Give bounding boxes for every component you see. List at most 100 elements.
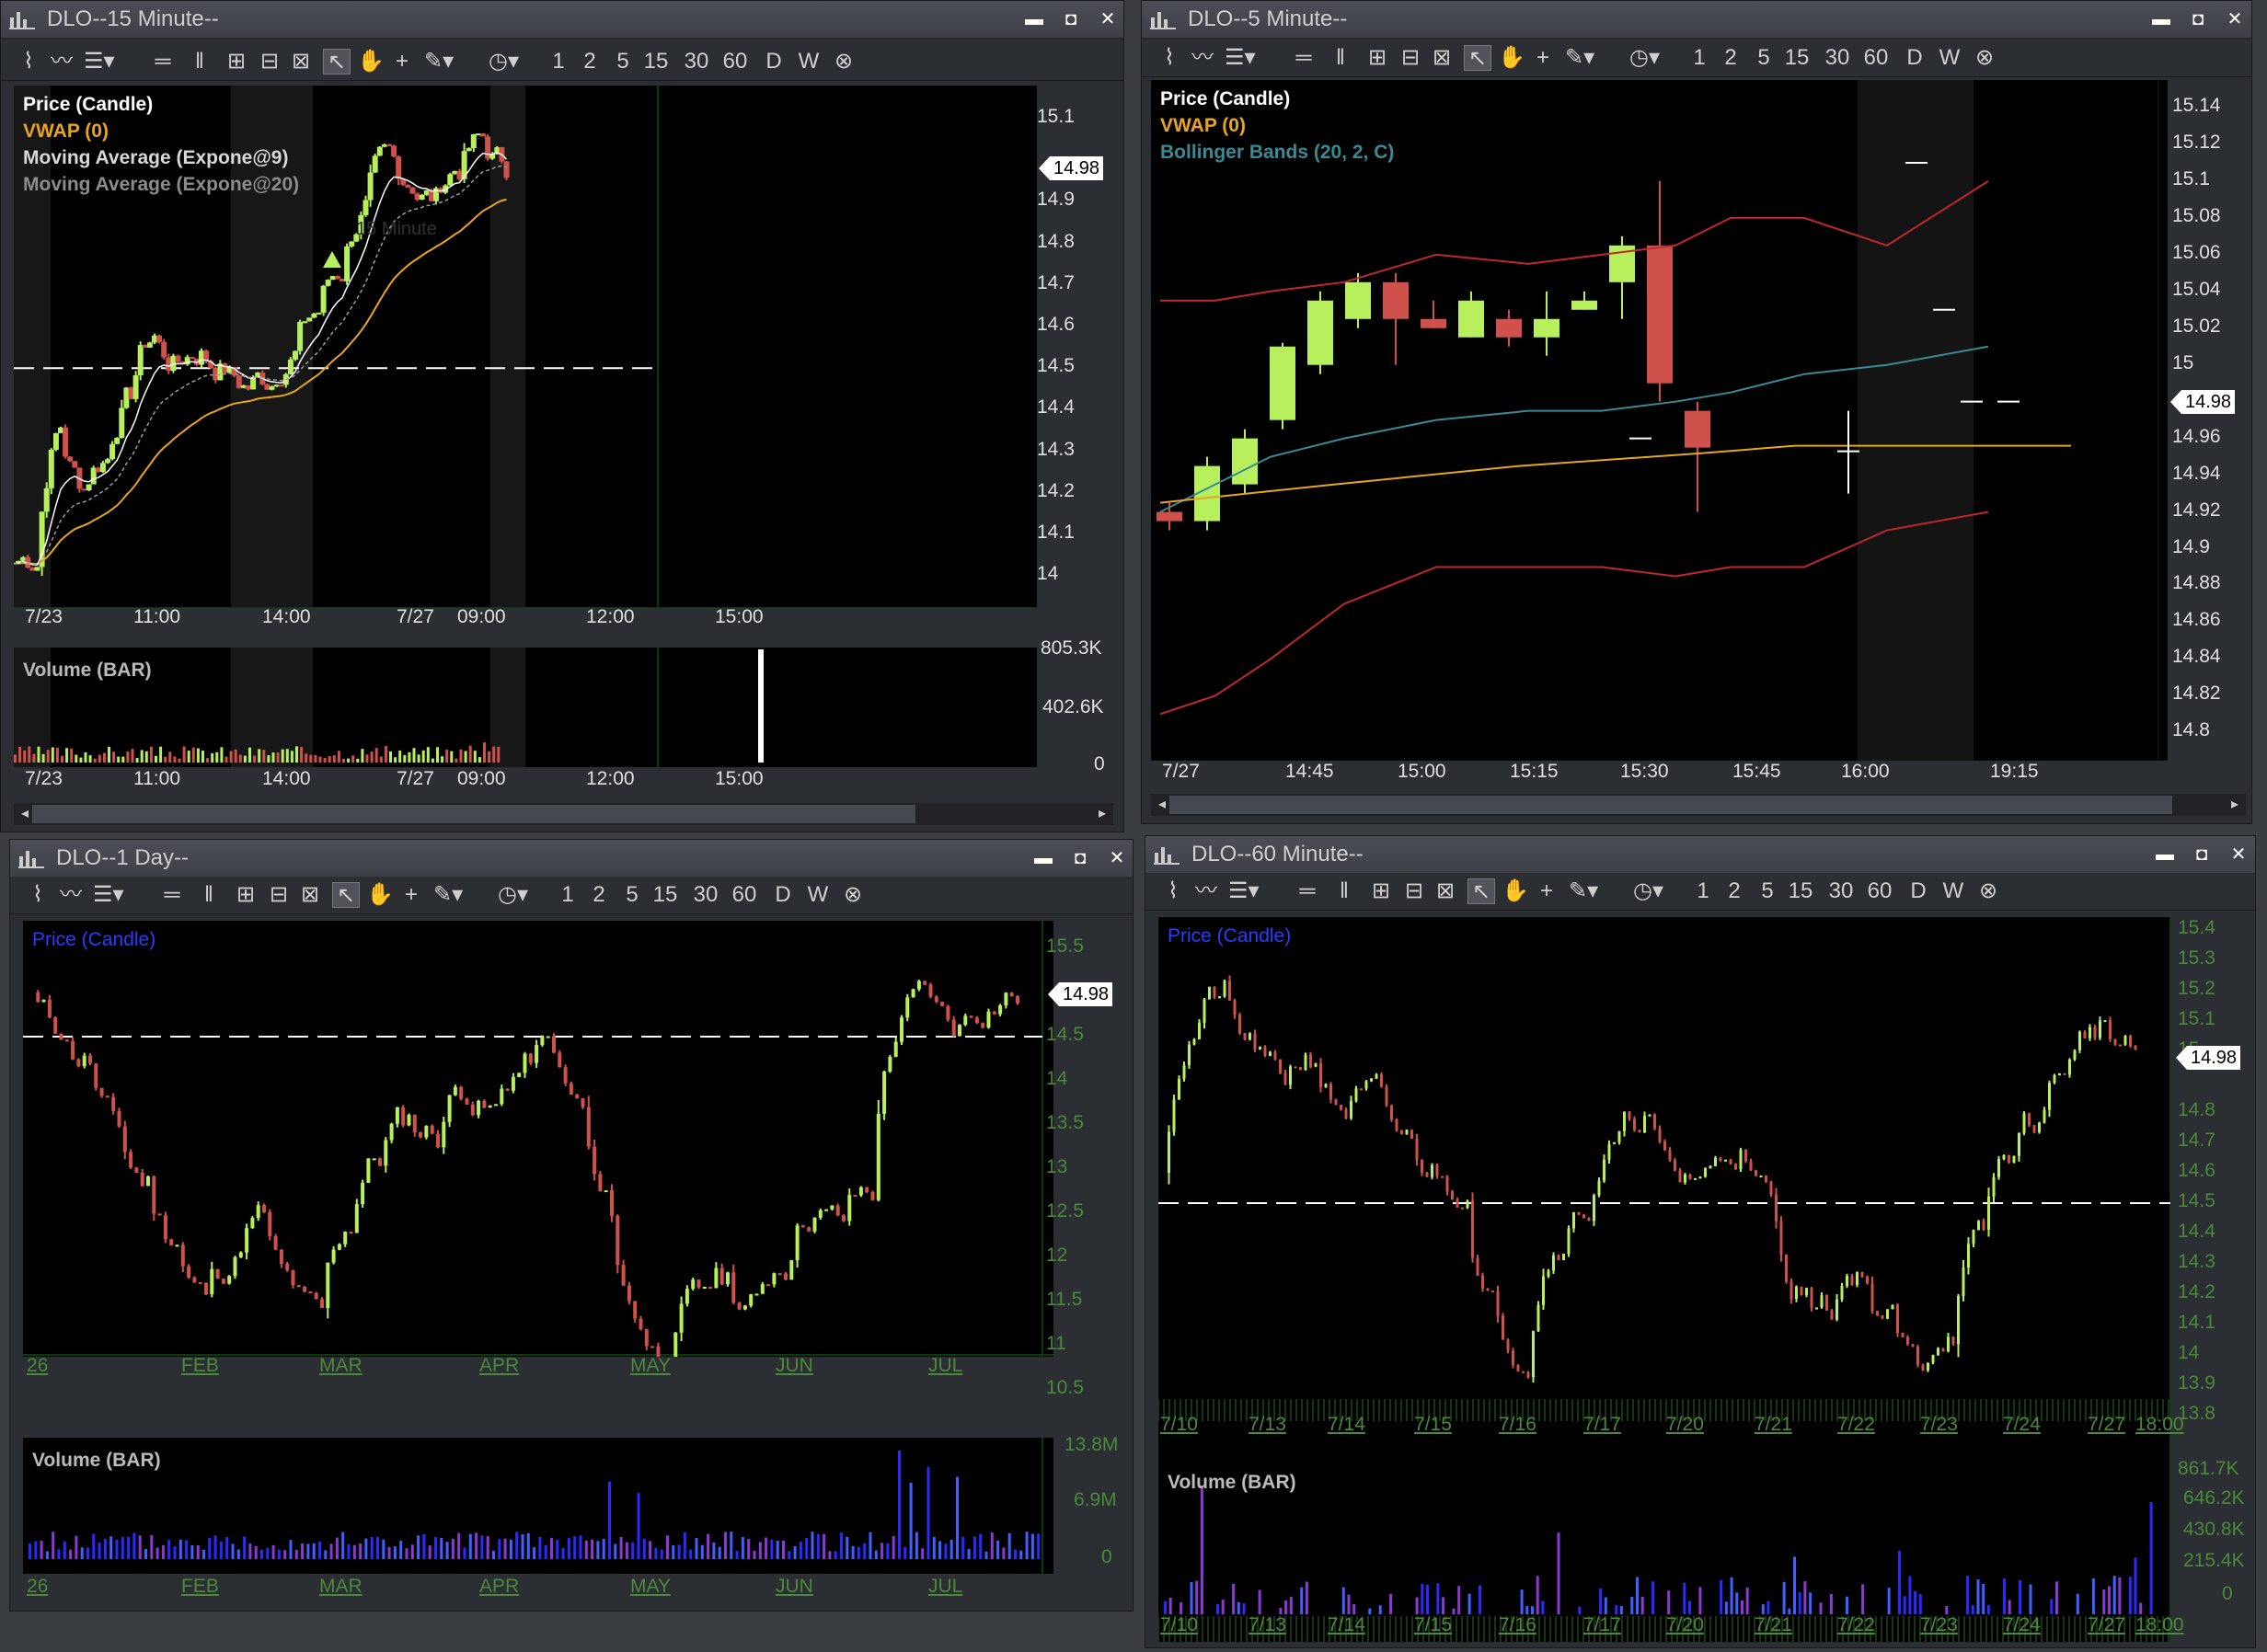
line-style-icon[interactable]: 〰	[1191, 878, 1221, 904]
interval-5-button[interactable]: 5	[1753, 878, 1782, 904]
scroll-left-icon[interactable]: ◂	[14, 803, 36, 825]
price-chart[interactable]: Price (Candle)	[1158, 917, 2170, 1469]
pan-hand-icon[interactable]: ✋	[1497, 45, 1526, 71]
maximize-icon[interactable]: ◘	[1068, 847, 1092, 869]
interval-60-button[interactable]: 60	[720, 49, 750, 75]
horizontal-scrollbar[interactable]: ◂ ▸	[1151, 794, 2246, 816]
vertical-lines-icon[interactable]: ‖	[1329, 878, 1359, 904]
horizontal-lines-icon[interactable]: ═	[148, 49, 178, 75]
clock-icon[interactable]: ◷▾	[1633, 878, 1663, 904]
interval-60-button[interactable]: 60	[1865, 878, 1894, 904]
interval-1-button[interactable]: 1	[553, 882, 582, 908]
close-icon[interactable]: ✕	[1105, 847, 1129, 869]
interval-5-button[interactable]: 5	[608, 49, 638, 75]
crosshair-icon[interactable]: +	[1532, 878, 1561, 904]
crosshair-icon[interactable]: +	[1528, 45, 1558, 71]
interval-5-button[interactable]: 5	[617, 882, 647, 908]
vertical-lines-icon[interactable]: ‖	[1326, 45, 1355, 71]
zoom-fit-icon[interactable]: ⊟	[264, 882, 293, 908]
interval-30-button[interactable]: 30	[1823, 45, 1852, 71]
interval-15-button[interactable]: 15	[1782, 45, 1812, 71]
maximize-icon[interactable]: ◘	[2186, 8, 2210, 30]
price-chart[interactable]: 15 Minute Price (Candle) VWAP (0) Moving…	[14, 86, 1037, 608]
interval-day-button[interactable]: D	[768, 882, 798, 908]
scroll-left-icon[interactable]: ◂	[1151, 794, 1173, 816]
vertical-lines-icon[interactable]: ‖	[194, 882, 224, 908]
chart-type-icon[interactable]: ⌇	[1155, 45, 1184, 71]
line-style-icon[interactable]: 〰	[56, 882, 86, 908]
zoom-in-icon[interactable]: ⊞	[1363, 45, 1392, 71]
zoom-in-icon[interactable]: ⊞	[231, 882, 260, 908]
horizontal-lines-icon[interactable]: ═	[1293, 878, 1322, 904]
title-bar[interactable]: DLO--1 Day-- ▬ ◘ ✕	[10, 840, 1133, 878]
interval-2-button[interactable]: 2	[575, 49, 604, 75]
pan-hand-icon[interactable]: ✋	[356, 49, 386, 75]
zoom-reset-icon[interactable]: ⊠	[286, 49, 316, 75]
interval-15-button[interactable]: 15	[650, 882, 680, 908]
zoom-reset-icon[interactable]: ⊠	[1431, 878, 1460, 904]
zoom-in-icon[interactable]: ⊞	[1366, 878, 1396, 904]
zoom-reset-icon[interactable]: ⊠	[295, 882, 325, 908]
interval-15-button[interactable]: 15	[1786, 878, 1815, 904]
pan-hand-icon[interactable]: ✋	[1501, 878, 1530, 904]
interval-30-button[interactable]: 30	[1826, 878, 1856, 904]
interval-week-button[interactable]: W	[1939, 878, 1968, 904]
interval-15-button[interactable]: 15	[641, 49, 671, 75]
indicator-menu-icon[interactable]: ☰▾	[1225, 45, 1256, 71]
interval-day-button[interactable]: D	[1904, 878, 1933, 904]
indicator-menu-icon[interactable]: ☰▾	[93, 882, 124, 908]
close-icon[interactable]: ✕	[2227, 843, 2250, 866]
chart-type-icon[interactable]: ⌇	[23, 882, 52, 908]
scroll-right-icon[interactable]: ▸	[2224, 794, 2246, 816]
scroll-thumb[interactable]	[32, 805, 915, 823]
zoom-fit-icon[interactable]: ⊟	[255, 49, 284, 75]
minimize-icon[interactable]: ▬	[2149, 8, 2173, 30]
draw-pen-icon[interactable]: ✎▾	[1569, 878, 1598, 904]
interval-week-button[interactable]: W	[794, 49, 823, 75]
interval-30-button[interactable]: 30	[691, 882, 720, 908]
close-icon[interactable]: ✕	[1096, 8, 1120, 30]
cancel-icon[interactable]: ⊗	[1974, 878, 2003, 904]
indicator-menu-icon[interactable]: ☰▾	[84, 49, 115, 75]
interval-2-button[interactable]: 2	[584, 882, 614, 908]
interval-week-button[interactable]: W	[803, 882, 833, 908]
zoom-reset-icon[interactable]: ⊠	[1427, 45, 1456, 71]
clock-icon[interactable]: ◷▾	[498, 882, 528, 908]
title-bar[interactable]: DLO--15 Minute-- ▬ ◘ ✕	[1, 1, 1123, 39]
price-chart[interactable]: Price (Candle) VWAP (0) Bollinger Bands …	[1151, 80, 2168, 761]
pointer-icon[interactable]: ↖	[323, 49, 351, 75]
pointer-icon[interactable]: ↖	[1467, 878, 1495, 904]
pan-hand-icon[interactable]: ✋	[365, 882, 395, 908]
interval-60-button[interactable]: 60	[730, 882, 759, 908]
interval-1-button[interactable]: 1	[1685, 45, 1714, 71]
minimize-icon[interactable]: ▬	[1031, 847, 1055, 869]
minimize-icon[interactable]: ▬	[1022, 8, 1046, 30]
crosshair-icon[interactable]: +	[387, 49, 417, 75]
cancel-icon[interactable]: ⊗	[829, 49, 858, 75]
vertical-lines-icon[interactable]: ‖	[185, 49, 214, 75]
scroll-thumb[interactable]	[1169, 796, 2172, 814]
chart-type-icon[interactable]: ⌇	[1158, 878, 1188, 904]
draw-pen-icon[interactable]: ✎▾	[424, 49, 454, 75]
price-chart[interactable]: Price (Candle)	[23, 921, 1053, 1357]
horizontal-scrollbar[interactable]: ◂ ▸	[14, 803, 1113, 825]
pointer-icon[interactable]: ↖	[332, 882, 360, 908]
interval-2-button[interactable]: 2	[1720, 878, 1749, 904]
interval-60-button[interactable]: 60	[1861, 45, 1891, 71]
zoom-fit-icon[interactable]: ⊟	[1399, 878, 1429, 904]
horizontal-lines-icon[interactable]: ═	[157, 882, 187, 908]
indicator-menu-icon[interactable]: ☰▾	[1228, 878, 1260, 904]
volume-chart[interactable]: Volume (BAR)	[14, 648, 1037, 767]
close-icon[interactable]: ✕	[2223, 8, 2247, 30]
interval-30-button[interactable]: 30	[682, 49, 711, 75]
interval-day-button[interactable]: D	[759, 49, 788, 75]
title-bar[interactable]: DLO--60 Minute-- ▬ ◘ ✕	[1145, 836, 2255, 874]
cancel-icon[interactable]: ⊗	[1970, 45, 1999, 71]
pointer-icon[interactable]: ↖	[1464, 45, 1491, 71]
clock-icon[interactable]: ◷▾	[1629, 45, 1660, 71]
interval-1-button[interactable]: 1	[1688, 878, 1718, 904]
interval-1-button[interactable]: 1	[544, 49, 573, 75]
cancel-icon[interactable]: ⊗	[838, 882, 868, 908]
line-style-icon[interactable]: 〰	[47, 49, 76, 75]
volume-chart[interactable]: Volume (BAR)	[23, 1438, 1053, 1574]
